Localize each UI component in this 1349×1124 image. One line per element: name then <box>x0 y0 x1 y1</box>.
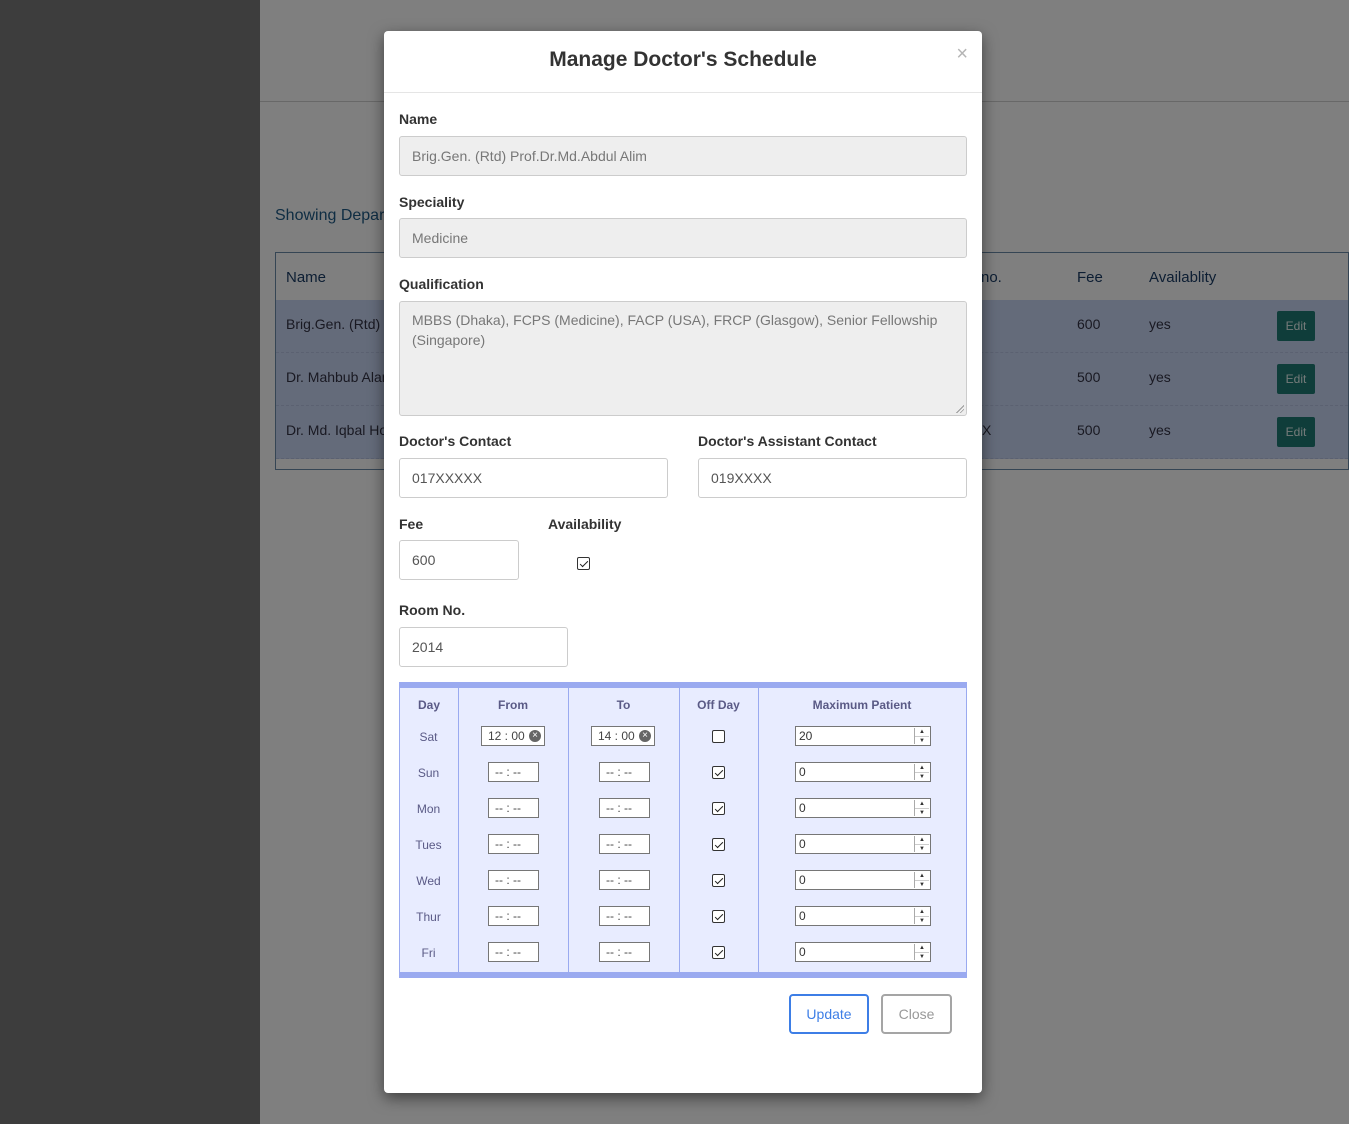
column-divider <box>458 688 459 972</box>
close-icon[interactable]: × <box>956 44 968 64</box>
assistant-contact-field[interactable]: 019XXXX <box>698 458 967 498</box>
room-label: Room No. <box>399 602 466 618</box>
column-divider <box>758 688 759 972</box>
header-max-patient: Maximum Patient <box>812 698 912 712</box>
to-time-input[interactable]: 14 : 00 × <box>591 726 655 746</box>
from-time-value: -- : -- <box>495 765 521 779</box>
name-field[interactable]: Brig.Gen. (Rtd) Prof.Dr.Md.Abdul Alim <box>399 136 967 176</box>
max-patient-value: 20 <box>799 729 813 743</box>
to-time-input[interactable]: -- : -- <box>599 798 650 818</box>
speciality-field[interactable]: Medicine <box>399 218 967 258</box>
max-patient-value: 0 <box>799 945 806 959</box>
resize-grip-icon[interactable] <box>955 404 964 413</box>
to-time-value: -- : -- <box>606 909 632 923</box>
from-time-value: -- : -- <box>495 945 521 959</box>
to-time-value: -- : -- <box>606 837 632 851</box>
clear-icon[interactable]: × <box>529 730 541 742</box>
from-time-input[interactable]: -- : -- <box>488 834 539 854</box>
speciality-label: Speciality <box>399 194 465 210</box>
qualification-text: MBBS (Dhaka), FCPS (Medicine), FACP (USA… <box>412 312 938 348</box>
max-patient-input[interactable]: 0 ▲ ▼ <box>795 762 931 782</box>
day-label: Tues <box>415 838 442 852</box>
room-field[interactable]: 2014 <box>399 627 568 667</box>
spinner-arrows-icon[interactable]: ▲ ▼ <box>914 836 929 852</box>
off-day-checkbox[interactable] <box>712 766 725 779</box>
max-patient-value: 0 <box>799 801 806 815</box>
name-label: Name <box>399 111 438 127</box>
to-time-input[interactable]: -- : -- <box>599 762 650 782</box>
fee-field[interactable]: 600 <box>399 540 519 580</box>
column-divider <box>568 688 569 972</box>
off-day-checkbox[interactable] <box>712 730 725 743</box>
from-time-input[interactable]: -- : -- <box>488 906 539 926</box>
to-time-value: -- : -- <box>606 765 632 779</box>
from-time-value: -- : -- <box>495 837 521 851</box>
max-patient-input[interactable]: 0 ▲ ▼ <box>795 798 931 818</box>
day-label: Wed <box>416 874 441 888</box>
off-day-checkbox[interactable] <box>712 838 725 851</box>
from-time-input[interactable]: -- : -- <box>488 942 539 962</box>
from-time-value: -- : -- <box>495 801 521 815</box>
schedule-table: Day From To Off Day Maximum Patient Sat … <box>399 682 967 978</box>
max-patient-input[interactable]: 0 ▲ ▼ <box>795 942 931 962</box>
manage-schedule-modal: Manage Doctor's Schedule × Name Brig.Gen… <box>384 31 982 1093</box>
day-label: Fri <box>421 946 436 960</box>
off-day-checkbox[interactable] <box>712 802 725 815</box>
off-day-checkbox[interactable] <box>712 874 725 887</box>
from-time-value: -- : -- <box>495 873 521 887</box>
max-patient-input[interactable]: 20 ▲ ▼ <box>795 726 931 746</box>
availability-label: Availability <box>548 516 622 532</box>
assistant-contact-label: Doctor's Assistant Contact <box>698 433 877 449</box>
to-time-input[interactable]: -- : -- <box>599 870 650 890</box>
max-patient-value: 0 <box>799 765 806 779</box>
spinner-arrows-icon[interactable]: ▲ ▼ <box>914 800 929 816</box>
day-label: Thur <box>416 910 441 924</box>
max-patient-input[interactable]: 0 ▲ ▼ <box>795 906 931 926</box>
header-off-day: Off Day <box>697 698 740 712</box>
day-label: Sun <box>417 766 440 780</box>
close-button[interactable]: Close <box>881 994 952 1034</box>
availability-checkbox[interactable] <box>577 557 590 570</box>
from-time-input[interactable]: -- : -- <box>488 762 539 782</box>
modal-header: Manage Doctor's Schedule × <box>384 31 982 93</box>
from-time-input[interactable]: -- : -- <box>488 870 539 890</box>
spinner-arrows-icon[interactable]: ▲ ▼ <box>914 728 929 744</box>
doctor-contact-field[interactable]: 017XXXXX <box>399 458 668 498</box>
spinner-arrows-icon[interactable]: ▲ ▼ <box>914 944 929 960</box>
to-time-value: -- : -- <box>606 801 632 815</box>
qualification-label: Qualification <box>399 276 484 292</box>
max-patient-value: 0 <box>799 909 806 923</box>
to-time-value: -- : -- <box>606 945 632 959</box>
max-patient-input[interactable]: 0 ▲ ▼ <box>795 834 931 854</box>
modal-title: Manage Doctor's Schedule <box>549 48 817 71</box>
max-patient-value: 0 <box>799 837 806 851</box>
qualification-textarea[interactable]: MBBS (Dhaka), FCPS (Medicine), FACP (USA… <box>399 301 967 416</box>
to-time-input[interactable]: -- : -- <box>599 942 650 962</box>
header-to: To <box>616 698 631 712</box>
update-button[interactable]: Update <box>789 994 869 1034</box>
day-label: Sat <box>419 730 438 744</box>
day-label: Mon <box>416 802 441 816</box>
off-day-checkbox[interactable] <box>712 946 725 959</box>
from-time-input[interactable]: -- : -- <box>488 798 539 818</box>
clear-icon[interactable]: × <box>639 730 651 742</box>
column-divider <box>679 688 680 972</box>
spinner-arrows-icon[interactable]: ▲ ▼ <box>914 908 929 924</box>
header-from: From <box>498 698 528 712</box>
fee-label: Fee <box>399 516 424 532</box>
off-day-checkbox[interactable] <box>712 910 725 923</box>
max-patient-value: 0 <box>799 873 806 887</box>
from-time-input[interactable]: 12 : 00 × <box>481 726 545 746</box>
to-time-value: -- : -- <box>606 873 632 887</box>
doctor-contact-label: Doctor's Contact <box>399 433 512 449</box>
to-time-input[interactable]: -- : -- <box>599 834 650 854</box>
to-time-value: 14 : 00 <box>598 729 635 743</box>
from-time-value: -- : -- <box>495 909 521 923</box>
spinner-arrows-icon[interactable]: ▲ ▼ <box>914 872 929 888</box>
header-day: Day <box>417 698 440 712</box>
to-time-input[interactable]: -- : -- <box>599 906 650 926</box>
max-patient-input[interactable]: 0 ▲ ▼ <box>795 870 931 890</box>
from-time-value: 12 : 00 <box>488 729 525 743</box>
spinner-arrows-icon[interactable]: ▲ ▼ <box>914 764 929 780</box>
